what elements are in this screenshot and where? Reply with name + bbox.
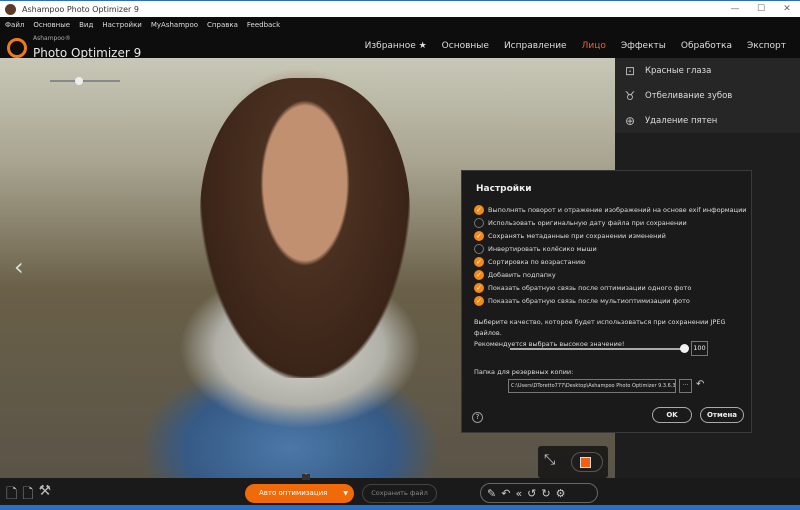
- maximize-button[interactable]: ☐: [748, 1, 774, 17]
- menu-help[interactable]: Справка: [207, 21, 238, 29]
- settings-option[interactable]: ✓ Выполнять поворот и отражение изображен…: [474, 203, 747, 216]
- settings-option[interactable]: ✓ Показать обратную связь после оптимизац…: [474, 281, 747, 294]
- tab-basic[interactable]: Основные: [442, 41, 489, 51]
- menu-file[interactable]: Файл: [5, 21, 24, 29]
- auto-optimize-button[interactable]: Авто оптимизация ▼: [245, 484, 354, 503]
- option-label: Инвертировать колёсико мыши: [488, 244, 597, 253]
- rotate-right-icon[interactable]: ↻: [541, 487, 550, 500]
- settings-option[interactable]: ✓ Сортировка по возрастанию: [474, 255, 747, 268]
- option-label: Выполнять поворот и отражение изображени…: [488, 205, 747, 214]
- checkbox[interactable]: ✓: [474, 256, 484, 267]
- tool-spot-removal[interactable]: ⊕ Удаление пятен: [615, 108, 800, 133]
- tab-effects[interactable]: Эффекты: [621, 41, 666, 51]
- aperture-logo-icon: [7, 38, 27, 58]
- option-label: Использовать оригинальную дату файла при…: [488, 218, 687, 227]
- brand-small: Ashampoo®: [33, 35, 71, 42]
- tool-teeth-whitening[interactable]: ♉ Отбеливание зубов: [615, 83, 800, 108]
- tab-correction[interactable]: Исправление: [504, 41, 567, 51]
- minimize-button[interactable]: —: [722, 1, 748, 17]
- help-icon[interactable]: ?: [472, 412, 483, 423]
- option-label: Показать обратную связь после оптимизаци…: [488, 283, 692, 292]
- bottom-toolbar: ˅ 🗋 🗋 ⚒ Авто оптимизация ▼ Сохранить файл…: [0, 474, 800, 507]
- previous-image-arrow-icon[interactable]: ‹: [14, 253, 24, 281]
- single-view-icon: [580, 457, 591, 468]
- title-bar: Ashampoo Photo Optimizer 9 — ☐ ✕: [0, 0, 800, 17]
- quality-value-input[interactable]: 100: [691, 341, 708, 356]
- tab-favorites[interactable]: Избранное ★: [365, 41, 427, 51]
- settings-dialog: Настройки ✓ Выполнять поворот и отражение…: [461, 170, 752, 433]
- ok-button[interactable]: OK: [652, 407, 692, 423]
- tool-label: Красные глаза: [645, 65, 712, 76]
- option-label: Показать обратную связь после мультиопти…: [488, 296, 690, 305]
- menu-feedback[interactable]: Feedback: [247, 21, 280, 29]
- quality-text-1: Выберите качество, которое будет использ…: [474, 318, 726, 337]
- jpeg-quality-slider[interactable]: [510, 344, 689, 353]
- browse-button[interactable]: ...: [679, 379, 692, 393]
- rotate-left-icon[interactable]: ↺: [527, 487, 536, 500]
- menu-myashampoo[interactable]: MyAshampoo: [151, 21, 198, 29]
- settings-option[interactable]: Использовать оригинальную дату файла при…: [474, 216, 747, 229]
- backup-folder-input[interactable]: C:\Users\DToretto777\Desktop\Ashampoo Ph…: [508, 379, 676, 393]
- main-tabs: Избранное ★ Основные Исправление Лицо Эф…: [365, 41, 786, 51]
- clear-brush-icon[interactable]: ⚒: [39, 483, 52, 507]
- undo-all-icon[interactable]: «: [515, 487, 522, 500]
- settings-option[interactable]: ✓ Показать обратную связь после мультиопт…: [474, 294, 747, 307]
- crosshair-icon: ⊕: [624, 113, 636, 128]
- taskbar-edge: [0, 505, 800, 510]
- tool-red-eye[interactable]: ⊡ Красные глаза: [615, 58, 800, 83]
- photo-subject: [200, 78, 410, 378]
- close-button[interactable]: ✕: [774, 1, 800, 17]
- face-tools-list: ⊡ Красные глаза ♉ Отбеливание зубов ⊕ Удале…: [615, 58, 800, 133]
- menu-view[interactable]: Вид: [79, 21, 93, 29]
- menu-bar: Файл Основные Вид Настройки MyAshampoo С…: [0, 17, 800, 33]
- tab-export[interactable]: Экспорт: [747, 41, 786, 51]
- checkbox[interactable]: ✓: [474, 204, 484, 215]
- app-logo-icon: [5, 3, 16, 15]
- compare-mode-dropdown[interactable]: [571, 452, 603, 472]
- settings-options: ✓ Выполнять поворот и отражение изображен…: [474, 203, 747, 307]
- cancel-button[interactable]: Отмена: [700, 407, 744, 423]
- checkbox[interactable]: [474, 217, 484, 228]
- tab-face[interactable]: Лицо: [582, 41, 606, 51]
- checkbox[interactable]: ✓: [474, 282, 484, 293]
- collapse-panel-icon[interactable]: ˅: [302, 474, 310, 480]
- magic-wand-icon[interactable]: ✎: [487, 487, 496, 500]
- slider-thumb[interactable]: [680, 344, 689, 353]
- tab-processing[interactable]: Обработка: [681, 41, 732, 51]
- save-file-button[interactable]: Сохранить файл: [362, 484, 437, 503]
- menu-basic[interactable]: Основные: [33, 21, 70, 29]
- settings-option[interactable]: ✓ Добавить подпапку: [474, 268, 747, 281]
- tool-label: Отбеливание зубов: [645, 90, 733, 101]
- tooth-icon: ♉: [624, 88, 636, 103]
- red-eye-icon: ⊡: [624, 63, 636, 78]
- gear-icon[interactable]: ⚙: [556, 487, 566, 500]
- settings-option[interactable]: ✓ Сохранять метаданные при сохранении изм…: [474, 229, 747, 242]
- checkbox[interactable]: [474, 243, 484, 254]
- dialog-title: Настройки: [476, 184, 532, 194]
- app-header: Ashampoo® Photo Optimizer 9 Избранное ★ О…: [0, 33, 800, 60]
- option-label: Сортировка по возрастанию: [488, 257, 586, 266]
- zoom-slider-thumb[interactable]: [75, 77, 83, 85]
- checkbox[interactable]: ✓: [474, 230, 484, 241]
- edit-tools: ✎ ↶ « ↺ ↻ ⚙: [480, 483, 598, 503]
- tool-label: Удаление пятен: [645, 115, 718, 126]
- view-controls: ⤡: [538, 446, 608, 478]
- add-file-icon[interactable]: 🗋: [6, 483, 17, 507]
- menu-settings[interactable]: Настройки: [102, 21, 142, 29]
- shrink-icon[interactable]: ⤡: [544, 452, 555, 468]
- backup-folder-label: Папка для резервных копии:: [474, 368, 574, 376]
- checkbox[interactable]: ✓: [474, 295, 484, 306]
- settings-option[interactable]: Инвертировать колёсико мыши: [474, 242, 747, 255]
- zoom-slider[interactable]: [50, 77, 120, 85]
- option-label: Добавить подпапку: [488, 270, 556, 279]
- reset-path-icon[interactable]: ↶: [696, 379, 704, 390]
- chevron-down-icon[interactable]: ▼: [343, 484, 348, 503]
- option-label: Сохранять метаданные при сохранении изме…: [488, 231, 666, 240]
- undo-icon[interactable]: ↶: [501, 487, 510, 500]
- add-folder-icon[interactable]: 🗋: [22, 483, 33, 507]
- checkbox[interactable]: ✓: [474, 269, 484, 280]
- window-title: Ashampoo Photo Optimizer 9: [22, 4, 139, 14]
- auto-optimize-label: Авто оптимизация: [259, 489, 328, 497]
